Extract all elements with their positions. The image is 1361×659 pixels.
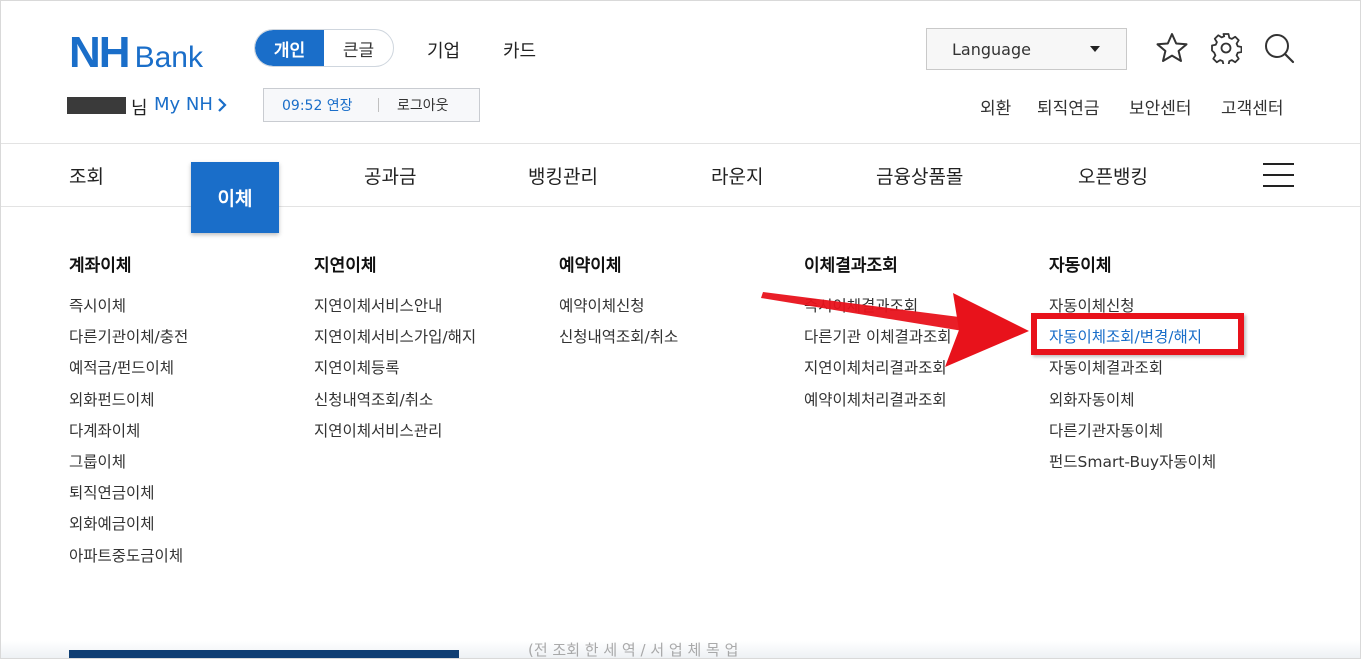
- menu-hamburger-icon[interactable]: [1263, 163, 1294, 187]
- menu-col-title: 지연이체: [314, 256, 377, 276]
- gnb-divider-top: [1, 143, 1360, 144]
- menu-item[interactable]: 즉시이체: [69, 291, 188, 322]
- logo-nh-text: NH: [69, 28, 131, 77]
- menu-item[interactable]: 다계좌이체: [69, 416, 188, 447]
- menu-item[interactable]: 신청내역조회/취소: [314, 385, 476, 416]
- menu-col-title: 예약이체: [559, 256, 622, 276]
- menu-col-auto-transfer: 자동이체 자동이체신청 자동이체조회/변경/해지 자동이체결과조회 외화자동이체…: [1049, 254, 1216, 478]
- page-content-banner: [69, 650, 459, 658]
- search-icon[interactable]: [1263, 32, 1295, 64]
- menu-col-title: 자동이체: [1049, 256, 1112, 276]
- page-frame: NH Bank 개인 큰글 기업 카드 Language 님 My NH 09:…: [0, 0, 1361, 659]
- session-box: 09:52 연장 로그아웃: [263, 88, 480, 122]
- session-extend-button[interactable]: 09:52 연장: [264, 95, 378, 115]
- menu-item[interactable]: 신청내역조회/취소: [559, 322, 678, 353]
- logo-bank-text: Bank: [134, 41, 203, 74]
- menu-item[interactable]: 그룹이체: [69, 447, 188, 478]
- menu-col-transfer-results: 이체결과조회 즉시이체결과조회 다른기관 이체결과조회 지연이체처리결과조회 예…: [804, 254, 952, 416]
- segment-large-text[interactable]: 큰글: [324, 30, 393, 66]
- segment-personal[interactable]: 개인: [255, 30, 324, 66]
- menu-item[interactable]: 예약이체처리결과조회: [804, 385, 952, 416]
- gnb-item-banking-management[interactable]: 뱅킹관리: [528, 162, 598, 189]
- menu-item[interactable]: 다른기관자동이체: [1049, 416, 1216, 447]
- menu-item[interactable]: 자동이체결과조회: [1049, 353, 1216, 384]
- logout-button[interactable]: 로그아웃: [379, 95, 449, 115]
- caret-down-icon: [1090, 46, 1100, 52]
- my-nh-link[interactable]: My NH: [154, 94, 227, 115]
- gnb-item-inquiry[interactable]: 조회: [69, 162, 104, 189]
- gnb-item-utility[interactable]: 공과금: [364, 162, 416, 189]
- menu-item[interactable]: 즉시이체결과조회: [804, 291, 952, 322]
- menu-item[interactable]: 펀드Smart-Buy자동이체: [1049, 447, 1216, 478]
- nh-bank-logo[interactable]: NH Bank: [69, 31, 203, 75]
- util-link-pension[interactable]: 퇴직연금: [1037, 94, 1100, 119]
- mode-segment: 개인 큰글: [254, 29, 394, 67]
- menu-item[interactable]: 외화펀드이체: [69, 385, 188, 416]
- menu-item[interactable]: 지연이체서비스관리: [314, 416, 476, 447]
- link-card[interactable]: 카드: [503, 37, 536, 63]
- util-link-support[interactable]: 고객센터: [1221, 94, 1284, 119]
- util-link-security[interactable]: 보안센터: [1129, 94, 1192, 119]
- gear-icon[interactable]: [1210, 32, 1242, 64]
- menu-col-title: 계좌이체: [69, 256, 132, 276]
- menu-col-account-transfer: 계좌이체 즉시이체 다른기관이체/충전 예적금/펀드이체 외화펀드이체 다계좌이…: [69, 254, 188, 572]
- menu-item[interactable]: 지연이체서비스안내: [314, 291, 476, 322]
- util-link-fx[interactable]: 외환: [980, 94, 1011, 119]
- menu-item[interactable]: 퇴직연금이체: [69, 478, 188, 509]
- gnb-item-openbanking[interactable]: 오픈뱅킹: [1078, 162, 1148, 189]
- menu-item[interactable]: 예약이체신청: [559, 291, 678, 322]
- star-icon[interactable]: [1156, 32, 1188, 64]
- menu-item[interactable]: 아파트중도금이체: [69, 541, 188, 572]
- gnb-item-lounge[interactable]: 라운지: [711, 162, 763, 189]
- menu-item[interactable]: 지연이체등록: [314, 353, 476, 384]
- chevron-right-icon: [218, 97, 227, 112]
- masked-user-name: [67, 97, 126, 114]
- language-select[interactable]: Language: [926, 28, 1127, 70]
- language-label: Language: [952, 39, 1031, 59]
- menu-item[interactable]: 외화예금이체: [69, 509, 188, 540]
- my-nh-label: My NH: [154, 94, 213, 115]
- menu-col-scheduled-transfer: 예약이체 예약이체신청 신청내역조회/취소: [559, 254, 678, 353]
- menu-item[interactable]: 다른기관이체/충전: [69, 322, 188, 353]
- menu-item[interactable]: 예적금/펀드이체: [69, 353, 188, 384]
- menu-item[interactable]: 다른기관 이체결과조회: [804, 322, 952, 353]
- gnb-item-transfer[interactable]: 이체: [191, 162, 279, 233]
- menu-col-title: 이체결과조회: [804, 256, 898, 276]
- page-content-text: (전 조회 한 세 역 / 서 업 체 목 업: [528, 641, 739, 659]
- highlight-box: [1031, 313, 1244, 355]
- user-suffix: 님: [131, 98, 148, 119]
- menu-item[interactable]: 지연이체처리결과조회: [804, 353, 952, 384]
- menu-col-delayed-transfer: 지연이체 지연이체서비스안내 지연이체서비스가입/해지 지연이체등록 신청내역조…: [314, 254, 476, 447]
- link-business[interactable]: 기업: [427, 37, 460, 63]
- menu-item[interactable]: 지연이체서비스가입/해지: [314, 322, 476, 353]
- gnb-item-products[interactable]: 금융상품몰: [876, 162, 963, 189]
- menu-item[interactable]: 외화자동이체: [1049, 385, 1216, 416]
